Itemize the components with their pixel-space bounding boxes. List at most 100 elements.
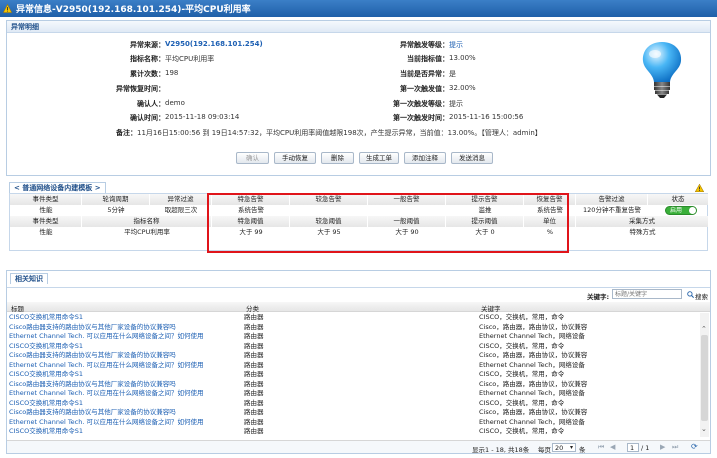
- template-warning-icon: [694, 183, 705, 192]
- page-value: 1: [630, 444, 635, 452]
- knowledge-tab[interactable]: 相关知识: [10, 273, 48, 284]
- row-keywords: Ethernet Channel Tech，网络设备: [479, 332, 585, 340]
- table-row[interactable]: Ethernet Channel Tech. 可以应用在什么网络设备之间？如何使…: [7, 332, 710, 342]
- row-title[interactable]: Cisco路由器支持的路由协议与其他厂家设备的协议兼容吗: [9, 323, 176, 333]
- row-category: 路由器: [244, 313, 264, 321]
- table-row[interactable]: Cisco路由器支持的路由协议与其他厂家设备的协议兼容吗 路由器 Cisco，路由器…: [7, 408, 710, 418]
- pager: 显示1 - 18, 共18条 每页 20 ▾ 条 ⏮ ◀ 1 / 1 ▶ ⏭ ⟳: [7, 440, 710, 454]
- table-row[interactable]: Ethernet Channel Tech. 可以应用在什么网络设备之间？如何使…: [7, 361, 710, 371]
- status-toggle[interactable]: 启用: [665, 206, 697, 215]
- search-button[interactable]: 搜索: [695, 291, 708, 301]
- row-keywords: Cisco，路由器，路由协议，协议兼容: [479, 351, 588, 359]
- detail-heading: 异常明细: [7, 21, 710, 33]
- row-category: 路由器: [244, 427, 264, 435]
- page-input[interactable]: 1: [627, 443, 639, 452]
- knowledge-scrollbar[interactable]: ⌃ ⌄: [700, 313, 709, 437]
- recover-time-label: 异常恢复时间：: [116, 85, 165, 93]
- knowledge-toolbar: 关键字: 搜索: [7, 287, 710, 301]
- row-keywords: Ethernet Channel Tech，网络设备: [479, 417, 585, 426]
- col-category[interactable]: 分类: [246, 303, 259, 313]
- confirm-button[interactable]: 确认: [236, 152, 269, 164]
- table-row[interactable]: Cisco路由器支持的路由协议与其他厂家设备的协议兼容吗 路由器 Cisco，路由器…: [7, 351, 710, 361]
- row-title[interactable]: Ethernet Channel Tech. 可以应用在什么网络设备之间？如何使…: [9, 389, 204, 399]
- scroll-thumb[interactable]: [701, 335, 708, 421]
- row-keywords: CISCO，交换机，常用，命令: [479, 398, 565, 407]
- row-title[interactable]: Cisco路由器支持的路由协议与其他厂家设备的协议兼容吗: [9, 351, 176, 361]
- grid-header-cell: 告警过滤: [576, 194, 648, 205]
- search-icon[interactable]: [687, 291, 695, 299]
- metric-label: 指标名称：: [130, 55, 165, 63]
- row-category: 路由器: [244, 408, 264, 416]
- search-label: 关键字:: [587, 293, 610, 301]
- trigger-level-label: 异常触发等级：: [400, 41, 449, 49]
- row-title[interactable]: Cisco路由器支持的路由协议与其他厂家设备的协议兼容吗: [9, 380, 176, 390]
- grid-header-cell: 异常过滤: [150, 194, 212, 205]
- pager-unit: 条: [579, 446, 586, 454]
- table-row[interactable]: Ethernet Channel Tech. 可以应用在什么网络设备之间？如何使…: [7, 418, 710, 428]
- grid-cell: 取超限三次: [164, 206, 198, 214]
- prev-page-icon[interactable]: ◀: [610, 443, 615, 451]
- row-title[interactable]: Ethernet Channel Tech. 可以应用在什么网络设备之间？如何使…: [9, 332, 204, 342]
- first-value-label: 第一次触发值：: [400, 85, 449, 93]
- row-title[interactable]: Ethernet Channel Tech. 可以应用在什么网络设备之间？如何使…: [9, 418, 204, 428]
- scroll-down-icon[interactable]: ⌄: [701, 425, 707, 433]
- send-message-button[interactable]: 发送消息: [451, 152, 493, 164]
- page-total: / 1: [641, 444, 650, 452]
- table-row[interactable]: CISCO交换机常用命令S1 路由器 CISCO，交换机，常用，命令: [7, 342, 710, 352]
- row-title[interactable]: Ethernet Channel Tech. 可以应用在什么网络设备之间？如何使…: [9, 361, 204, 371]
- table-row[interactable]: CISCO交换机常用命令S1 路由器 CISCO，交换机，常用，命令: [7, 427, 710, 437]
- is-abnormal-value: 是: [449, 70, 456, 78]
- col-keywords[interactable]: 关键字: [481, 303, 501, 313]
- table-row[interactable]: Ethernet Channel Tech. 可以应用在什么网络设备之间？如何使…: [7, 389, 710, 399]
- row-keywords: CISCO，交换机，常用，命令: [479, 427, 565, 435]
- create-ticket-button[interactable]: 生成工单: [359, 152, 399, 164]
- template-tab[interactable]: < 普通网络设备内建模板 >: [9, 182, 106, 193]
- delete-button[interactable]: 删除: [321, 152, 354, 164]
- grid-cell: 120分钟不重复告警: [583, 206, 641, 214]
- detail-panel: 异常明细 异常来源： V2950(192.168.101.254) 指标名称： …: [6, 20, 711, 176]
- current-value-value: 13.00%: [449, 54, 476, 62]
- row-category: 路由器: [244, 332, 264, 340]
- search-input[interactable]: [612, 289, 682, 299]
- table-row[interactable]: CISCO交换机常用命令S1 路由器 CISCO，交换机，常用，命令: [7, 313, 710, 323]
- table-row[interactable]: Cisco路由器支持的路由协议与其他厂家设备的协议兼容吗 路由器 Cisco，路由器…: [7, 380, 710, 390]
- row-category: 路由器: [244, 322, 264, 331]
- lightbulb-icon: [639, 39, 685, 99]
- first-value-value: 32.00%: [449, 84, 476, 92]
- current-value-label: 当前指标值：: [407, 55, 449, 63]
- grid-header-cell: 状态: [648, 194, 709, 205]
- remark-label: 备注：: [116, 129, 137, 137]
- metric-value: 平均CPU利用率: [165, 55, 215, 63]
- last-page-icon[interactable]: ⏭: [672, 443, 678, 452]
- row-title[interactable]: CISCO交换机常用命令S1: [9, 427, 83, 437]
- row-category: 路由器: [244, 379, 264, 388]
- table-row[interactable]: Cisco路由器支持的路由协议与其他厂家设备的协议兼容吗 路由器 Cisco，路由器…: [7, 323, 710, 333]
- grid-cell: 性能: [39, 206, 53, 214]
- col-title[interactable]: 标题: [11, 303, 24, 313]
- row-title[interactable]: CISCO交换机常用命令S1: [9, 342, 83, 352]
- first-page-icon[interactable]: ⏮: [598, 443, 604, 452]
- table-row[interactable]: CISCO交换机常用命令S1 路由器 CISCO，交换机，常用，命令: [7, 399, 710, 409]
- chevron-down-icon: ▾: [569, 444, 573, 451]
- grid-header-cell: 事件类型: [10, 216, 82, 227]
- refresh-icon[interactable]: ⟳: [691, 442, 698, 451]
- remark-value: 11月16日15:00:56 到 19日14:57:32，平均CPU利用率阈值越…: [137, 129, 542, 137]
- row-title[interactable]: Cisco路由器支持的路由协议与其他厂家设备的协议兼容吗: [9, 408, 176, 418]
- add-comment-button[interactable]: 添加注释: [404, 152, 446, 164]
- row-title[interactable]: CISCO交换机常用命令S1: [9, 313, 83, 323]
- first-level-value: 提示: [449, 100, 463, 108]
- row-title[interactable]: CISCO交换机常用命令S1: [9, 370, 83, 380]
- trigger-level-value[interactable]: 提示: [449, 40, 463, 50]
- warning-icon: [3, 4, 12, 13]
- next-page-icon[interactable]: ▶: [660, 443, 665, 451]
- table-row[interactable]: CISCO交换机常用命令S1 路由器 CISCO，交换机，常用，命令: [7, 370, 710, 380]
- confirmer-label: 确认人：: [137, 100, 165, 108]
- row-keywords: Cisco，路由器，路由协议，协议兼容: [479, 408, 588, 416]
- source-value[interactable]: V2950(192.168.101.254): [165, 40, 263, 48]
- pager-summary: 显示1 - 18, 共18条: [472, 446, 530, 454]
- grid-cell: 性能: [39, 228, 53, 236]
- row-title[interactable]: CISCO交换机常用命令S1: [9, 399, 83, 409]
- per-page-select[interactable]: 20 ▾: [552, 443, 576, 452]
- manual-recover-button[interactable]: 手动恢复: [274, 152, 316, 164]
- scroll-up-icon[interactable]: ⌃: [701, 325, 707, 333]
